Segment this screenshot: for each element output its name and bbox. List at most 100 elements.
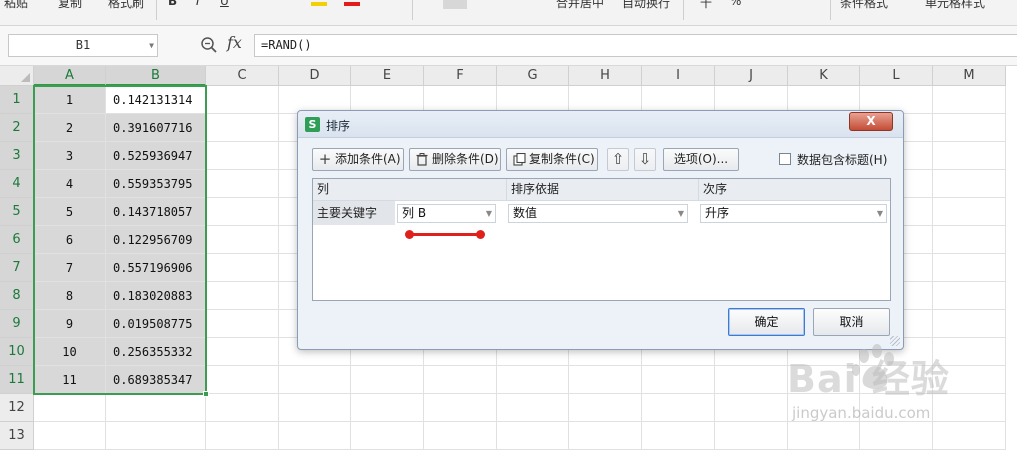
close-button[interactable]: X	[849, 112, 893, 131]
table-cell[interactable]	[933, 422, 1006, 450]
add-condition-button[interactable]: + 添加条件(A)	[312, 148, 404, 171]
table-cell[interactable]	[497, 366, 569, 394]
table-cell[interactable]	[569, 366, 642, 394]
table-cell[interactable]	[279, 422, 351, 450]
has-header-checkbox[interactable]	[779, 153, 791, 165]
row-header-8[interactable]: 8	[0, 282, 34, 310]
table-cell[interactable]: 0.525936947	[106, 142, 206, 170]
delete-condition-button[interactable]: 删除条件(D)	[409, 148, 501, 171]
table-cell[interactable]	[715, 422, 788, 450]
table-cell[interactable]	[497, 422, 569, 450]
table-cell[interactable]	[933, 366, 1006, 394]
column-header-j[interactable]: J	[715, 66, 788, 86]
table-cell[interactable]: 5	[34, 198, 106, 226]
table-cell[interactable]: 0.142131314	[106, 86, 206, 114]
table-cell[interactable]	[933, 86, 1006, 114]
select-all-corner[interactable]	[0, 66, 34, 86]
table-cell[interactable]	[351, 422, 424, 450]
formula-input[interactable]: =RAND()	[254, 34, 1017, 57]
table-cell[interactable]: 0.256355332	[106, 338, 206, 366]
fx-icon[interactable]: fx	[227, 33, 242, 52]
row-header-11[interactable]: 11	[0, 366, 34, 394]
table-cell[interactable]	[933, 114, 1006, 142]
copy-condition-button[interactable]: 复制条件(C)	[506, 148, 598, 171]
column-header-a[interactable]: A	[34, 66, 106, 86]
table-cell[interactable]	[642, 422, 715, 450]
table-cell[interactable]	[642, 366, 715, 394]
column-header-k[interactable]: K	[788, 66, 860, 86]
table-cell[interactable]: 11	[34, 366, 106, 394]
row-header-3[interactable]: 3	[0, 142, 34, 170]
table-cell[interactable]	[933, 254, 1006, 282]
table-cell[interactable]: 0.019508775	[106, 310, 206, 338]
table-cell[interactable]	[206, 226, 279, 254]
table-cell[interactable]: 3	[34, 142, 106, 170]
table-cell[interactable]	[788, 422, 860, 450]
table-cell[interactable]	[34, 394, 106, 422]
row-header-2[interactable]: 2	[0, 114, 34, 142]
table-cell[interactable]: 0.183020883	[106, 282, 206, 310]
table-cell[interactable]	[206, 142, 279, 170]
ribbon-thousands[interactable]: 千	[700, 0, 712, 11]
move-down-button[interactable]: ⇩	[634, 148, 656, 171]
ribbon-bold[interactable]: B	[168, 0, 177, 8]
table-cell[interactable]: 0.122956709	[106, 226, 206, 254]
table-cell[interactable]	[860, 394, 933, 422]
row-header-4[interactable]: 4	[0, 170, 34, 198]
column-header-f[interactable]: F	[424, 66, 497, 86]
table-cell[interactable]	[206, 338, 279, 366]
ribbon-percent[interactable]: %	[730, 0, 741, 8]
table-cell[interactable]	[424, 366, 497, 394]
table-cell[interactable]	[279, 366, 351, 394]
table-cell[interactable]	[206, 282, 279, 310]
column-select[interactable]: 列 B ▼	[397, 204, 496, 223]
row-header-1[interactable]: 1	[0, 86, 34, 114]
table-cell[interactable]	[106, 422, 206, 450]
table-cell[interactable]	[860, 366, 933, 394]
table-cell[interactable]	[642, 394, 715, 422]
row-header-13[interactable]: 13	[0, 422, 34, 450]
row-header-10[interactable]: 10	[0, 338, 34, 366]
table-cell[interactable]	[788, 394, 860, 422]
table-cell[interactable]	[715, 366, 788, 394]
resize-grip-icon[interactable]	[890, 336, 900, 346]
table-cell[interactable]	[279, 394, 351, 422]
options-button[interactable]: 选项(O)...	[663, 148, 739, 171]
table-cell[interactable]	[206, 254, 279, 282]
table-cell[interactable]	[206, 310, 279, 338]
move-up-button[interactable]: ⇧	[607, 148, 629, 171]
table-cell[interactable]: 0.557196906	[106, 254, 206, 282]
column-header-h[interactable]: H	[569, 66, 642, 86]
table-cell[interactable]	[206, 114, 279, 142]
name-box[interactable]: B1 ▼	[8, 34, 158, 57]
table-cell[interactable]	[933, 282, 1006, 310]
table-cell[interactable]	[933, 394, 1006, 422]
chevron-down-icon[interactable]: ▼	[149, 35, 154, 56]
table-cell[interactable]	[933, 170, 1006, 198]
table-cell[interactable]: 8	[34, 282, 106, 310]
table-cell[interactable]	[351, 366, 424, 394]
table-cell[interactable]: 9	[34, 310, 106, 338]
font-color-icon[interactable]	[344, 2, 360, 6]
ribbon-paste[interactable]: 粘贴	[4, 0, 28, 11]
column-header-i[interactable]: I	[642, 66, 715, 86]
dialog-titlebar[interactable]: S 排序 X	[298, 111, 903, 138]
column-header-d[interactable]: D	[279, 66, 351, 86]
ok-button[interactable]: 确定	[728, 308, 805, 336]
table-cell[interactable]	[351, 394, 424, 422]
table-cell[interactable]	[424, 394, 497, 422]
table-cell[interactable]	[933, 226, 1006, 254]
table-cell[interactable]	[106, 394, 206, 422]
row-header-7[interactable]: 7	[0, 254, 34, 282]
table-cell[interactable]: 0.391607716	[106, 114, 206, 142]
table-cell[interactable]	[933, 338, 1006, 366]
table-cell[interactable]	[569, 394, 642, 422]
row-header-9[interactable]: 9	[0, 310, 34, 338]
table-cell[interactable]: 4	[34, 170, 106, 198]
column-header-m[interactable]: M	[933, 66, 1006, 86]
table-cell[interactable]	[206, 86, 279, 114]
ribbon-wrap-text[interactable]: 自动换行	[622, 0, 670, 11]
row-header-5[interactable]: 5	[0, 198, 34, 226]
align-center-icon[interactable]	[443, 0, 467, 9]
table-cell[interactable]	[34, 422, 106, 450]
